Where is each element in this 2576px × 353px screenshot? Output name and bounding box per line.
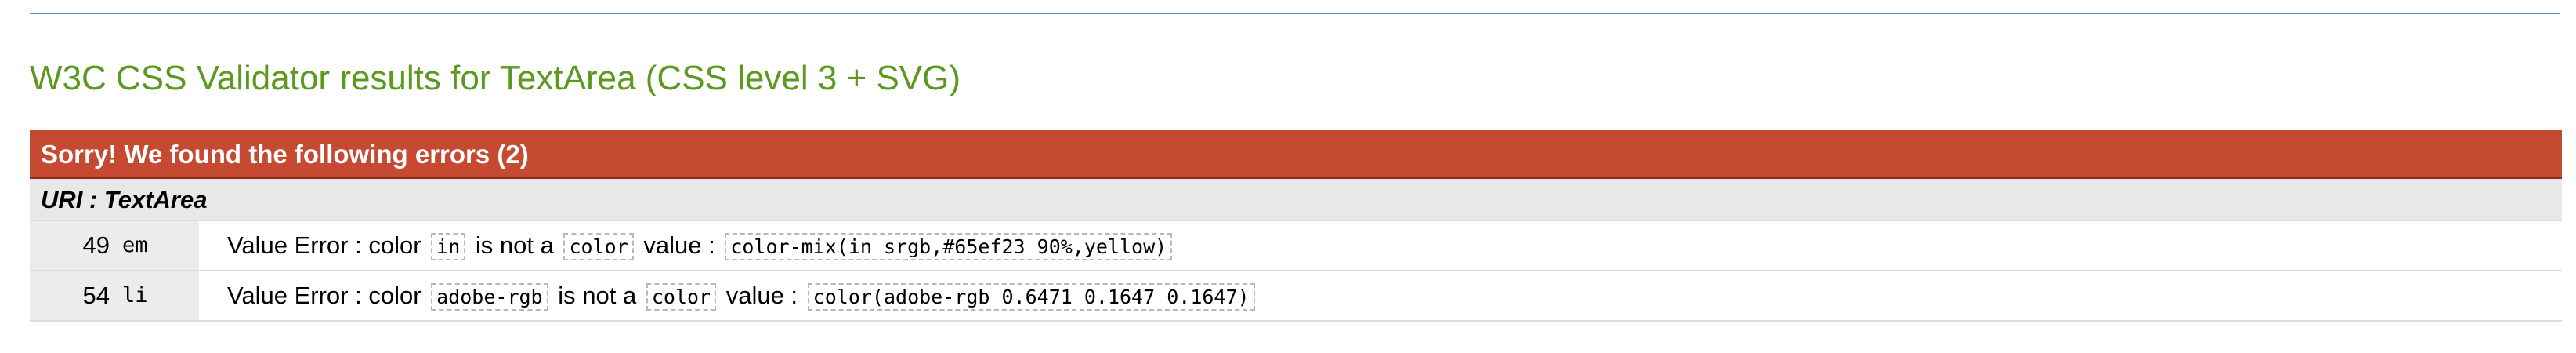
message-prefix: Value Error : color	[227, 282, 421, 309]
invalid-value-token: in	[431, 233, 466, 260]
error-message: Value Error : color in is not a color va…	[199, 221, 2562, 270]
full-value-token: color(adobe-rgb 0.6471 0.1647 0.1647)	[807, 283, 1255, 311]
error-results-table: Sorry! We found the following errors (2)…	[30, 130, 2562, 322]
message-value-label: value :	[725, 282, 798, 309]
error-heading: Sorry! We found the following errors (2)	[30, 130, 2562, 179]
error-row: 49 em Value Error : color in is not a co…	[30, 221, 2562, 271]
page-title: W3C CSS Validator results for TextArea (…	[30, 59, 961, 97]
message-prefix: Value Error : color	[227, 231, 421, 259]
error-row: 54 li Value Error : color adobe-rgb is n…	[30, 271, 2562, 322]
error-context: em	[116, 221, 199, 270]
message-value-label: value :	[643, 231, 715, 259]
invalid-value-token: adobe-rgb	[431, 283, 548, 311]
message-middle: is not a	[558, 282, 637, 309]
error-line-number: 49	[30, 221, 116, 270]
expected-type-token: color	[646, 283, 717, 311]
error-message: Value Error : color adobe-rgb is not a c…	[199, 271, 2562, 320]
top-divider	[30, 13, 2560, 14]
error-line-number: 54	[30, 271, 116, 320]
uri-label: URI : TextArea	[30, 179, 2562, 221]
message-middle: is not a	[475, 231, 554, 259]
top-section-remnant	[0, 0, 2576, 14]
expected-type-token: color	[563, 233, 634, 260]
full-value-token: color-mix(in srgb,#65ef23 90%,yellow)	[725, 233, 1173, 260]
error-context: li	[116, 271, 199, 320]
